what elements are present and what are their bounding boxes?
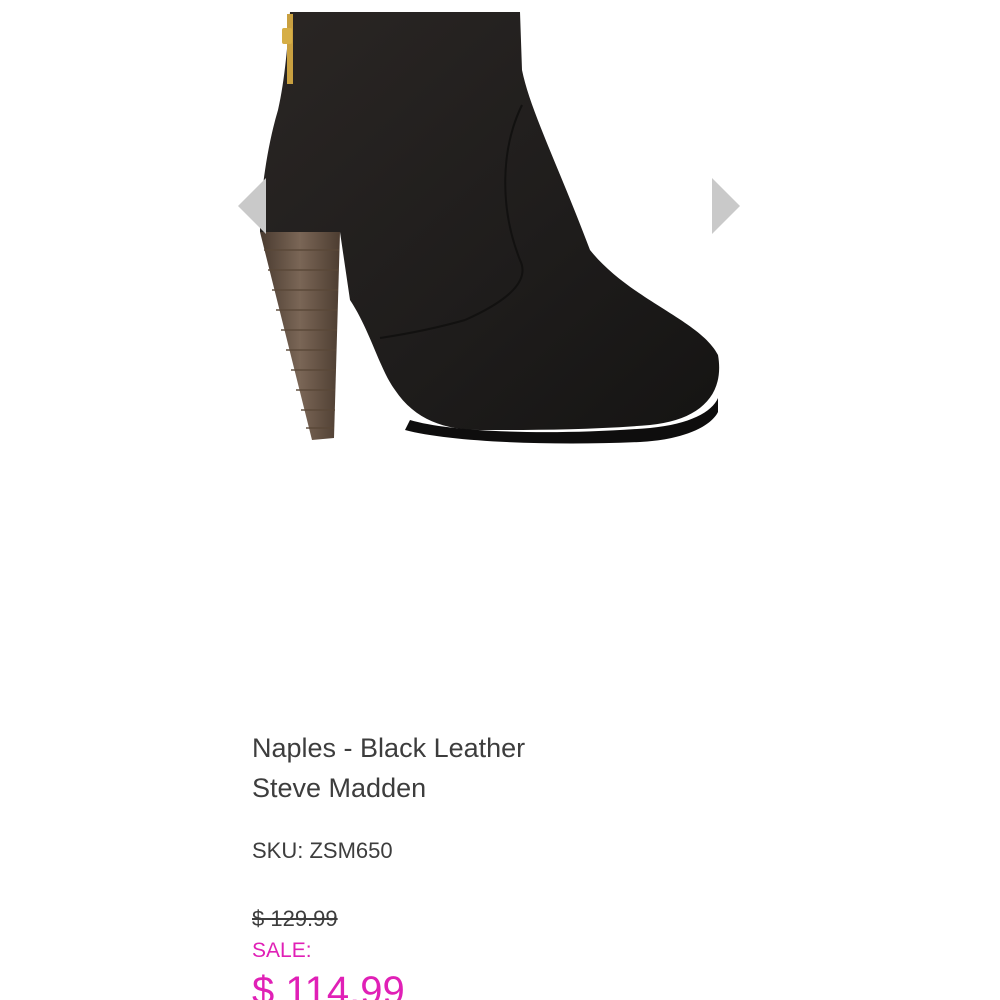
product-sku: SKU: ZSM650 bbox=[252, 838, 393, 863]
chevron-right-icon[interactable] bbox=[712, 178, 740, 234]
sale-label: SALE: bbox=[252, 939, 312, 962]
product-image bbox=[260, 12, 720, 444]
original-price: $ 129.99 bbox=[252, 906, 338, 931]
product-brand[interactable]: Steve Madden bbox=[252, 768, 852, 808]
product-name: Naples - Black Leather bbox=[252, 733, 526, 763]
chevron-left-icon[interactable] bbox=[238, 178, 266, 234]
product-gallery bbox=[0, 0, 1000, 700]
sale-price: $ 114.99 bbox=[252, 969, 405, 1000]
product-info: Naples - Black Leather Steve Madden SKU:… bbox=[252, 728, 852, 1000]
